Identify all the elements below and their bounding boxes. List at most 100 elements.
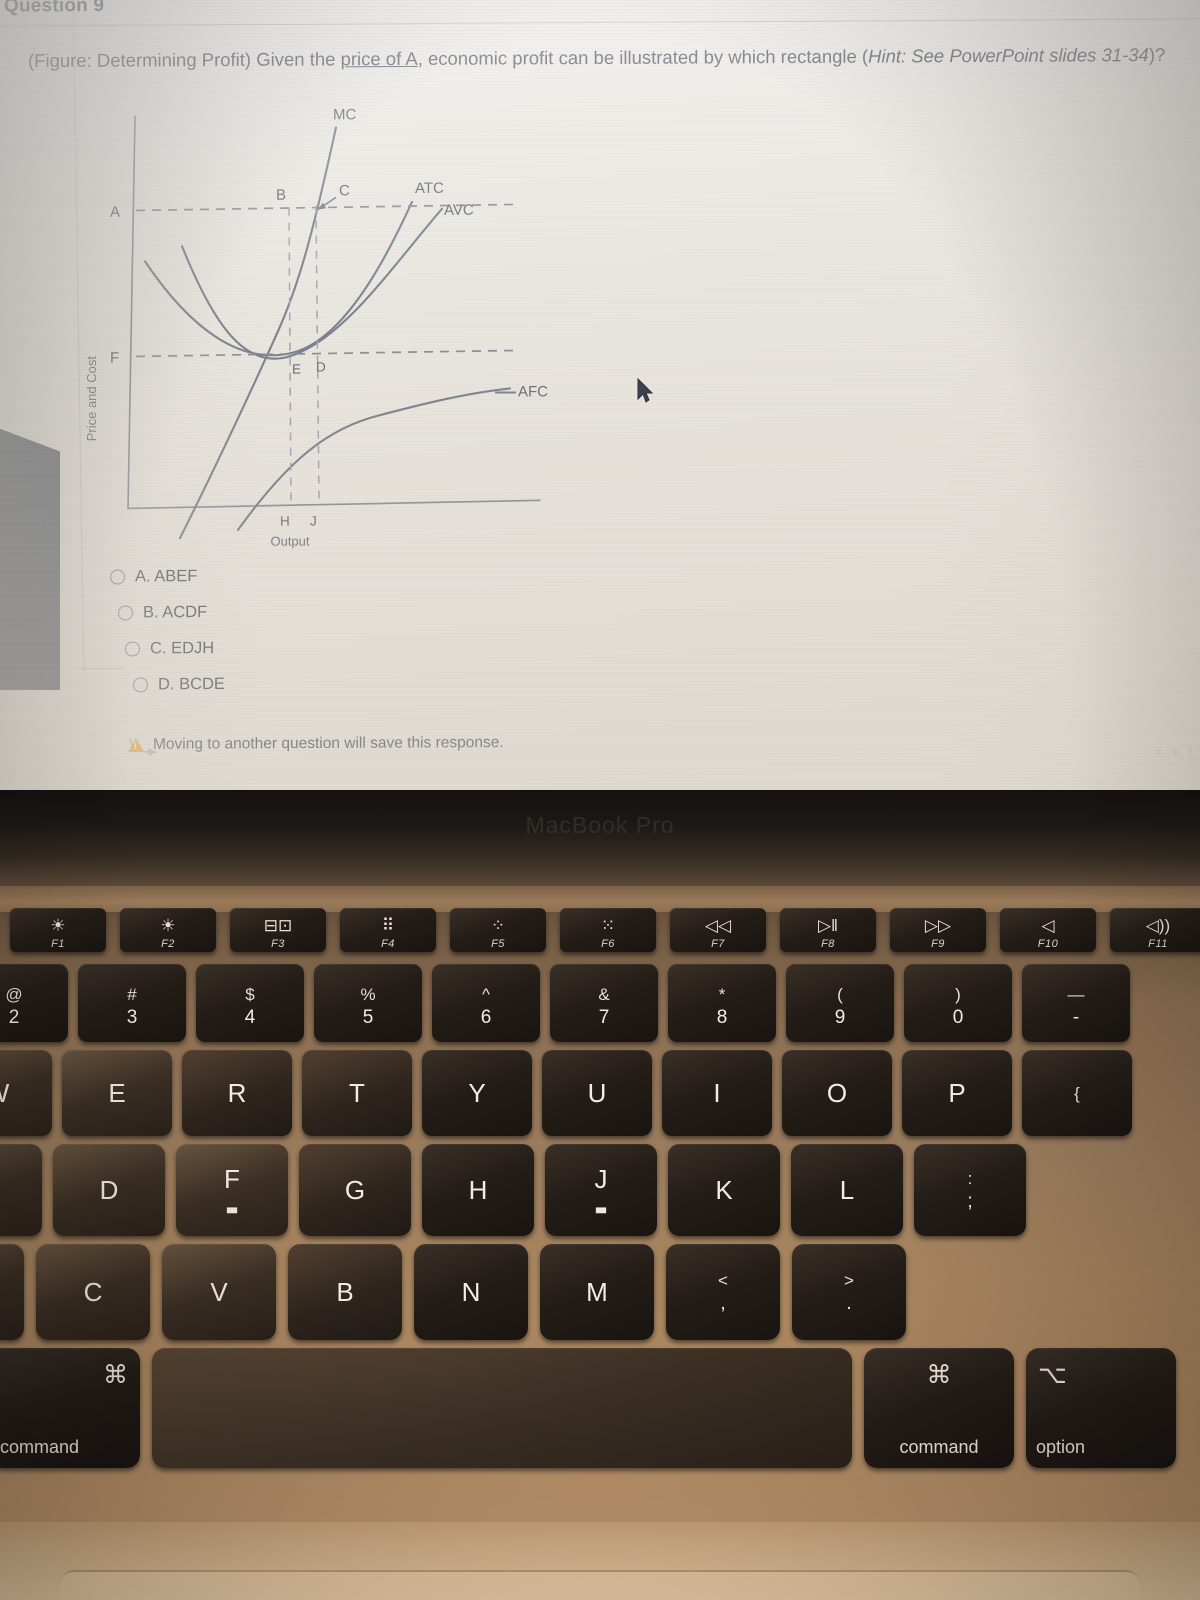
key-b-label: B xyxy=(336,1277,354,1307)
avc-curve-label: AVC xyxy=(444,202,474,219)
screen-shadow-wedge xyxy=(0,425,60,690)
keyboard-qwerty-row[interactable]: W E R T Y U I O P { xyxy=(0,1050,1132,1136)
key-f11[interactable]: ◁)) F11 xyxy=(1110,908,1200,952)
key-f5[interactable]: ⁘ F5 xyxy=(450,908,546,952)
key-comma[interactable]: <, xyxy=(666,1244,780,1340)
mc-curve xyxy=(178,126,338,540)
key-p[interactable]: P xyxy=(902,1050,1012,1136)
key-v[interactable]: V xyxy=(162,1244,276,1340)
key-9[interactable]: (9 xyxy=(786,964,894,1042)
key-option-right[interactable]: ⌥ option xyxy=(1026,1348,1176,1468)
x-axis xyxy=(127,499,541,510)
output-line-h xyxy=(288,207,292,502)
key-3[interactable]: #3 xyxy=(78,964,186,1042)
option-c[interactable]: C. EDJH xyxy=(125,630,225,667)
key-4[interactable]: $4 xyxy=(196,964,304,1042)
key-8[interactable]: * 8 xyxy=(668,964,776,1042)
keyboard-bottom-letter-row[interactable]: X C V B N M <, >. xyxy=(0,1244,906,1340)
key-n-label: N xyxy=(461,1277,481,1307)
key-period-label: . xyxy=(846,1292,852,1314)
screenshot-root: Question 9 (Figure: Determining Profit) … xyxy=(0,0,1200,1600)
y-label-a: A xyxy=(110,204,120,221)
radio-icon-b[interactable] xyxy=(118,604,133,621)
key-command-left[interactable]: ⌘ command xyxy=(0,1348,140,1468)
afc-curve-label: AFC xyxy=(518,383,548,400)
key-m[interactable]: M xyxy=(540,1244,654,1340)
key-t-label: T xyxy=(349,1078,365,1108)
key-f8[interactable]: ▷ǁ F8 xyxy=(780,908,876,952)
key-n[interactable]: N xyxy=(414,1244,528,1340)
key-6-label: 6 xyxy=(480,1006,492,1028)
key-f2[interactable]: ☀ F2 xyxy=(120,908,216,952)
key-9-label: 9 xyxy=(834,1006,846,1028)
answer-options-list[interactable]: A. ABEF B. ACDF C. EDJH D. BCDE xyxy=(110,558,225,703)
cost-curves-figure: MC ATC AVC AFC A F H J B C E D Output Pr… xyxy=(40,96,560,559)
keyboard-number-row[interactable]: @2 #3 $4 % 5 ^ 6 & 7 * 8 (9 ) 0 — - xyxy=(0,964,1130,1042)
key-6-symbol: ^ xyxy=(482,984,490,1004)
right-edge-smudge-text: = x ( xyxy=(1155,743,1196,760)
radio-icon-c[interactable] xyxy=(125,640,140,656)
key-l[interactable]: L xyxy=(791,1144,903,1236)
save-warning: Moving to another question will save thi… xyxy=(128,734,504,754)
volume-down-icon: ◁)) xyxy=(1145,915,1171,935)
mc-curve-label: MC xyxy=(333,106,356,123)
key-d[interactable]: D xyxy=(53,1144,165,1236)
key-f6[interactable]: ⁙ F6 xyxy=(560,908,656,952)
key-c[interactable]: C xyxy=(36,1244,150,1340)
key-command-right[interactable]: ⌘ command xyxy=(864,1348,1014,1468)
key-u[interactable]: U xyxy=(542,1050,652,1136)
key-f1[interactable]: ☀ F1 xyxy=(10,908,106,952)
key-3-symbol: # xyxy=(127,984,137,1004)
key-f9[interactable]: ▷▷ F9 xyxy=(890,908,986,952)
key-g[interactable]: G xyxy=(299,1144,411,1236)
key-y[interactable]: Y xyxy=(422,1050,532,1136)
key-b[interactable]: B xyxy=(288,1244,402,1340)
key-w[interactable]: W xyxy=(0,1050,52,1136)
key-space[interactable] xyxy=(152,1348,852,1468)
key-minus[interactable]: — - xyxy=(1022,964,1130,1042)
option-d[interactable]: D. BCDE xyxy=(133,666,225,702)
key-r[interactable]: R xyxy=(182,1050,292,1136)
key-c-label: C xyxy=(83,1277,103,1307)
key-2[interactable]: @2 xyxy=(0,964,68,1042)
keyboard[interactable]: ☀ F1 ☀ F2 ⊟⊡ F3 ⠿ F4 ⁘ F5 ⁙ F6 ◁◁ F7 ▷ǁ F8 ▷▷ F9 … xyxy=(0,908,1200,1468)
key-7[interactable]: & 7 xyxy=(550,964,658,1042)
keyboard-home-row[interactable]: S D F▃ G H J▃ K L :; xyxy=(0,1144,1026,1236)
option-b[interactable]: B. ACDF xyxy=(118,594,225,631)
key-p-label: P xyxy=(948,1078,966,1108)
key-f[interactable]: F ▃ xyxy=(176,1144,288,1236)
key-e[interactable]: E xyxy=(62,1050,172,1136)
key-f7[interactable]: ◁◁ F7 xyxy=(670,908,766,952)
key-t[interactable]: T xyxy=(302,1050,412,1136)
radio-icon-a[interactable] xyxy=(110,568,125,585)
radio-icon-d[interactable] xyxy=(133,676,148,692)
key-0[interactable]: ) 0 xyxy=(904,964,1012,1042)
key-s[interactable]: S xyxy=(0,1144,42,1236)
keyboard-space-row[interactable]: ⌘ command ⌘ command ⌥ option xyxy=(0,1348,1176,1468)
key-period[interactable]: >. xyxy=(792,1244,906,1340)
key-f2-label: F2 xyxy=(161,937,175,950)
key-f3[interactable]: ⊟⊡ F3 xyxy=(230,908,326,952)
key-f4-label: F4 xyxy=(381,937,395,950)
question-lead: (Figure: Determining Profit) Given the xyxy=(28,48,341,71)
key-y-label: Y xyxy=(468,1078,486,1108)
key-i[interactable]: I xyxy=(662,1050,772,1136)
key-semicolon[interactable]: :; xyxy=(914,1144,1026,1236)
key-o-label: O xyxy=(826,1078,848,1108)
key-f4[interactable]: ⠿ F4 xyxy=(340,908,436,952)
key-semicolon-symbol: : xyxy=(967,1168,973,1188)
key-6[interactable]: ^ 6 xyxy=(432,964,540,1042)
key-bracket-left[interactable]: { xyxy=(1022,1050,1132,1136)
key-o[interactable]: O xyxy=(782,1050,892,1136)
key-k[interactable]: K xyxy=(668,1144,780,1236)
option-c-label: C. EDJH xyxy=(150,638,215,657)
key-h[interactable]: H xyxy=(422,1144,534,1236)
key-command-left-label: command xyxy=(0,1437,80,1457)
question-text: (Figure: Determining Profit) Given the p… xyxy=(28,43,1178,74)
key-x[interactable]: X xyxy=(0,1244,24,1340)
key-f10[interactable]: ◁ F10 xyxy=(1000,908,1096,952)
keyboard-function-row[interactable]: ☀ F1 ☀ F2 ⊟⊡ F3 ⠿ F4 ⁘ F5 ⁙ F6 ◁◁ F7 ▷ǁ F8 ▷▷ F9 … xyxy=(10,908,1200,952)
option-a[interactable]: A. ABEF xyxy=(110,558,225,595)
key-j[interactable]: J ▃ xyxy=(545,1144,657,1236)
key-5[interactable]: % 5 xyxy=(314,964,422,1042)
